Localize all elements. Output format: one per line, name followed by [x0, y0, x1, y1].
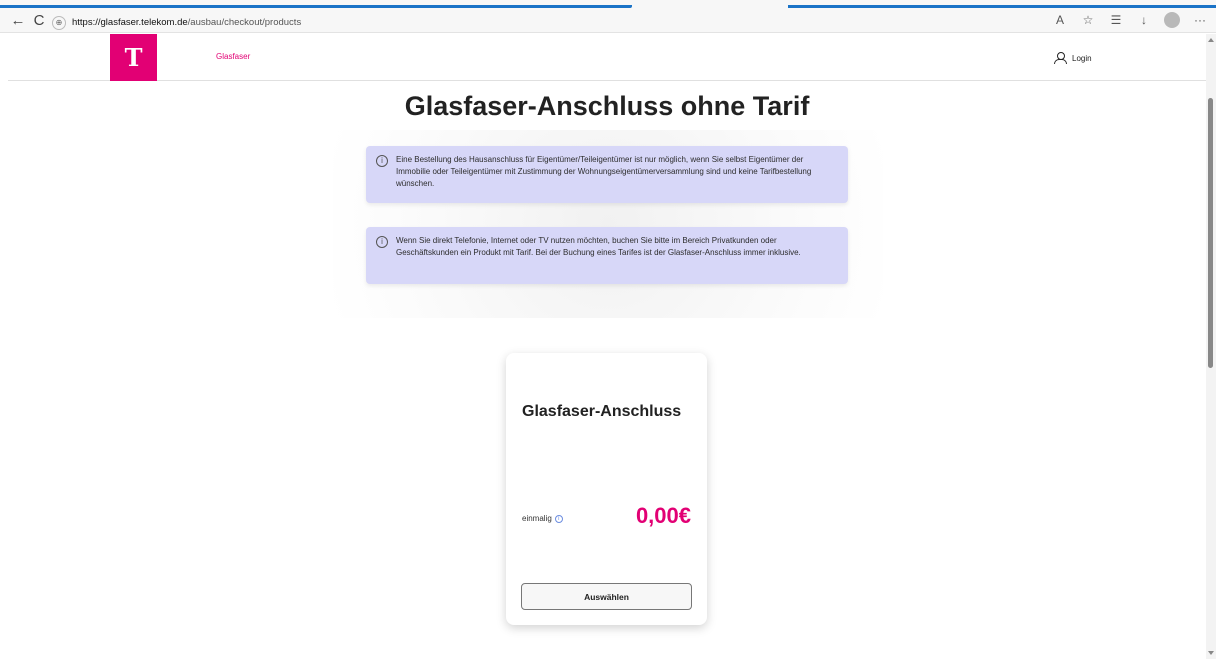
product-title: Glasfaser-Anschluss [522, 403, 682, 420]
user-icon [1054, 52, 1067, 64]
product-card: Glasfaser-Anschluss einmalig i 0,00€ Aus… [506, 353, 707, 625]
browser-actions: A ☆ ☰ ↓ ··· [1052, 12, 1208, 28]
lock-icon: ⊕ [52, 15, 66, 30]
price-info-icon[interactable]: i [554, 514, 563, 523]
tab-progress-left [0, 5, 632, 8]
login-link[interactable]: Login [1054, 52, 1092, 64]
address-bar[interactable]: ⊕ https://glasfaser.telekom.de /ausbau/c… [52, 13, 1062, 32]
more-icon[interactable]: ··· [1192, 12, 1208, 28]
browser-chrome: ← C ⊕ https://glasfaser.telekom.de /ausb… [0, 0, 1216, 33]
info-text-tariff: Wenn Sie direkt Telefonie, Internet oder… [396, 236, 801, 257]
info-icon: i [376, 236, 388, 248]
site-header: T Glasfaser Login [8, 34, 1206, 81]
collections-icon[interactable]: ☰ [1108, 12, 1124, 28]
price-label: einmalig i [522, 514, 563, 523]
favorite-icon[interactable]: ☆ [1080, 12, 1096, 28]
scroll-thumb[interactable] [1208, 98, 1213, 368]
page-scrollbar[interactable] [1206, 34, 1216, 659]
telekom-logo[interactable]: T [110, 34, 157, 81]
info-box-ownership: i Eine Bestellung des Hausanschluss für … [366, 146, 848, 203]
login-label: Login [1072, 53, 1092, 63]
back-button[interactable]: ← [10, 13, 26, 29]
page-title: Glasfaser-Anschluss ohne Tarif [404, 91, 810, 121]
url-path: /ausbau/checkout/products [187, 17, 302, 28]
nav-link-glasfaser[interactable]: Glasfaser [216, 52, 250, 61]
info-icon: i [376, 155, 388, 167]
read-aloud-icon[interactable]: A [1052, 12, 1068, 28]
profile-avatar[interactable] [1164, 12, 1180, 28]
tab-strip [0, 0, 1216, 9]
page-viewport: T Glasfaser Login Glasfaser-Anschluss oh… [8, 34, 1206, 659]
info-box-tariff: i Wenn Sie direkt Telefonie, Internet od… [366, 227, 848, 284]
reload-button[interactable]: C [31, 13, 47, 29]
scroll-up-arrow[interactable] [1208, 38, 1214, 42]
select-product-button[interactable]: Auswählen [521, 583, 692, 610]
downloads-icon[interactable]: ↓ [1136, 12, 1152, 28]
info-text-ownership: Eine Bestellung des Hausanschluss für Ei… [396, 155, 812, 188]
tab-progress-right [788, 5, 1216, 8]
scroll-down-arrow[interactable] [1208, 651, 1214, 655]
url-host: https://glasfaser.telekom.de [72, 17, 188, 28]
price-label-text: einmalig [522, 514, 552, 523]
product-price: 0,00€ [635, 503, 691, 528]
